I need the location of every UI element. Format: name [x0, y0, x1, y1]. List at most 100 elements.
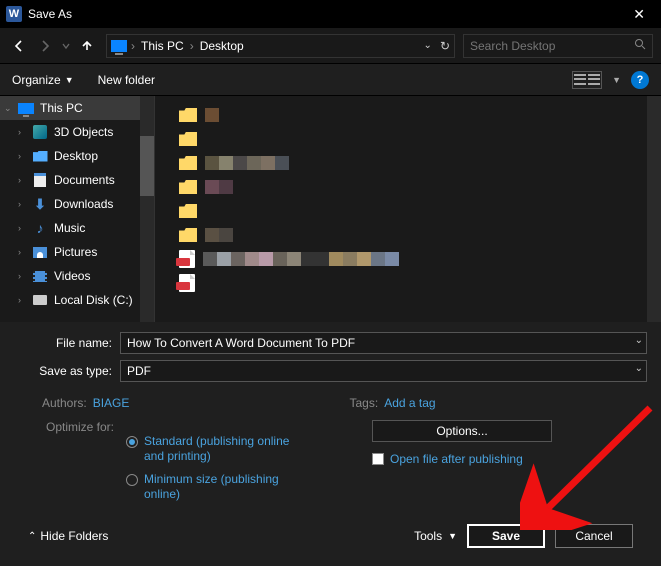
explorer-body: ⌄ This PC › 3D Objects › Desktop › Docum… [0, 96, 661, 322]
tree-this-pc[interactable]: ⌄ This PC [0, 96, 154, 120]
organize-menu[interactable]: Organize ▼ [12, 73, 74, 87]
expand-icon[interactable]: › [18, 247, 26, 257]
new-folder-button[interactable]: New folder [98, 73, 155, 87]
filename-label: File name: [14, 336, 120, 350]
address-bar[interactable]: › This PC › Desktop ⌄ ↻ [106, 34, 455, 58]
checkbox-icon [372, 453, 384, 465]
tags-label: Tags: [350, 396, 379, 410]
tree-local-disk[interactable]: › Local Disk (C:) [0, 288, 154, 312]
search-box[interactable] [463, 34, 653, 58]
cancel-button[interactable]: Cancel [555, 524, 633, 548]
refresh-icon[interactable]: ↻ [440, 39, 450, 53]
list-item[interactable] [179, 272, 661, 294]
authors-label: Authors: [42, 396, 87, 410]
document-icon [34, 173, 46, 187]
save-button[interactable]: Save [467, 524, 545, 548]
disk-icon [33, 295, 47, 305]
file-list[interactable] [155, 96, 661, 322]
navigation-bar: › This PC › Desktop ⌄ ↻ [0, 28, 661, 64]
tree-documents[interactable]: › Documents [0, 168, 154, 192]
word-app-icon: W [6, 6, 22, 22]
save-panel: File name: ⌄ Save as type: PDF ⌄ Authors… [0, 322, 661, 566]
list-item[interactable] [179, 200, 661, 222]
tree-3d-objects[interactable]: › 3D Objects [0, 120, 154, 144]
folder-icon [179, 108, 197, 122]
radio-standard[interactable]: Standard (publishing online and printing… [126, 434, 342, 464]
pc-icon [18, 103, 34, 114]
search-input[interactable] [470, 39, 634, 53]
list-item[interactable] [179, 104, 661, 126]
3d-icon [33, 125, 47, 139]
chevron-down-icon: ▼ [448, 531, 457, 541]
expand-icon[interactable]: › [18, 199, 26, 209]
radio-minimum[interactable]: Minimum size (publishing online) [126, 472, 342, 502]
expand-icon[interactable]: › [18, 271, 26, 281]
search-icon[interactable] [634, 38, 646, 53]
tree-downloads[interactable]: › ⬇ Downloads [0, 192, 154, 216]
close-button[interactable]: ✕ [623, 6, 655, 23]
open-after-checkbox[interactable]: Open file after publishing [372, 452, 647, 466]
music-icon: ♪ [32, 221, 48, 235]
tree-pictures[interactable]: › Pictures [0, 240, 154, 264]
list-item[interactable] [179, 224, 661, 246]
video-icon [33, 271, 47, 282]
tools-menu[interactable]: Tools ▼ [414, 529, 457, 543]
filename-input[interactable] [120, 332, 647, 354]
list-item[interactable] [179, 176, 661, 198]
folder-icon [179, 156, 197, 170]
file-scrollbar[interactable] [647, 96, 661, 322]
expand-icon[interactable]: › [18, 175, 26, 185]
tags-value[interactable]: Add a tag [384, 396, 435, 410]
list-item[interactable] [179, 152, 661, 174]
savetype-label: Save as type: [14, 364, 120, 378]
chevron-down-icon: ▼ [65, 75, 74, 85]
tree-desktop[interactable]: › Desktop [0, 144, 154, 168]
list-item[interactable] [179, 128, 661, 150]
expand-icon[interactable]: › [18, 223, 26, 233]
tree-scrollbar[interactable] [140, 96, 154, 322]
chevron-up-icon: ⌃ [28, 531, 36, 542]
folder-tree: ⌄ This PC › 3D Objects › Desktop › Docum… [0, 96, 155, 322]
up-button[interactable] [76, 35, 98, 57]
savetype-select[interactable]: PDF [120, 360, 647, 382]
optimize-label: Optimize for: [42, 420, 120, 434]
expand-icon[interactable]: › [18, 295, 26, 305]
chevron-right-icon: › [190, 39, 194, 53]
authors-value[interactable]: BIAGE [93, 396, 130, 410]
history-dropdown-icon[interactable]: ⌄ [424, 40, 432, 51]
pdf-icon [179, 274, 195, 292]
help-button[interactable]: ? [631, 71, 649, 89]
breadcrumb-desktop[interactable]: Desktop [198, 39, 246, 53]
tree-videos[interactable]: › Videos [0, 264, 154, 288]
options-button[interactable]: Options... [372, 420, 552, 442]
folder-icon [33, 151, 48, 162]
picture-icon [33, 247, 47, 258]
folder-icon [179, 132, 197, 146]
view-options-button[interactable] [572, 71, 602, 89]
folder-icon [179, 228, 197, 242]
breadcrumb-this-pc[interactable]: This PC [139, 39, 186, 53]
radio-icon [126, 474, 138, 486]
chevron-down-icon[interactable]: ▼ [612, 75, 621, 85]
title-bar: W Save As ✕ [0, 0, 661, 28]
window-title: Save As [28, 7, 72, 21]
folder-icon [179, 204, 197, 218]
organize-label: Organize [12, 73, 61, 87]
chevron-down-icon[interactable]: ⌄ [635, 363, 643, 374]
expand-icon[interactable]: › [18, 151, 26, 161]
recent-dropdown[interactable] [60, 35, 72, 57]
forward-button[interactable] [34, 35, 56, 57]
chevron-down-icon[interactable]: ⌄ [635, 335, 643, 346]
list-item[interactable] [179, 248, 661, 270]
hide-folders-button[interactable]: ⌃ Hide Folders [28, 529, 108, 543]
folder-icon [179, 180, 197, 194]
back-button[interactable] [8, 35, 30, 57]
chevron-right-icon: › [131, 39, 135, 53]
download-icon: ⬇ [32, 197, 48, 211]
toolbar: Organize ▼ New folder ▼ ? [0, 64, 661, 96]
tree-music[interactable]: › ♪ Music [0, 216, 154, 240]
pdf-icon [179, 250, 195, 268]
expand-icon[interactable]: › [18, 127, 26, 137]
radio-icon [126, 436, 138, 448]
expand-icon[interactable]: ⌄ [4, 103, 12, 114]
